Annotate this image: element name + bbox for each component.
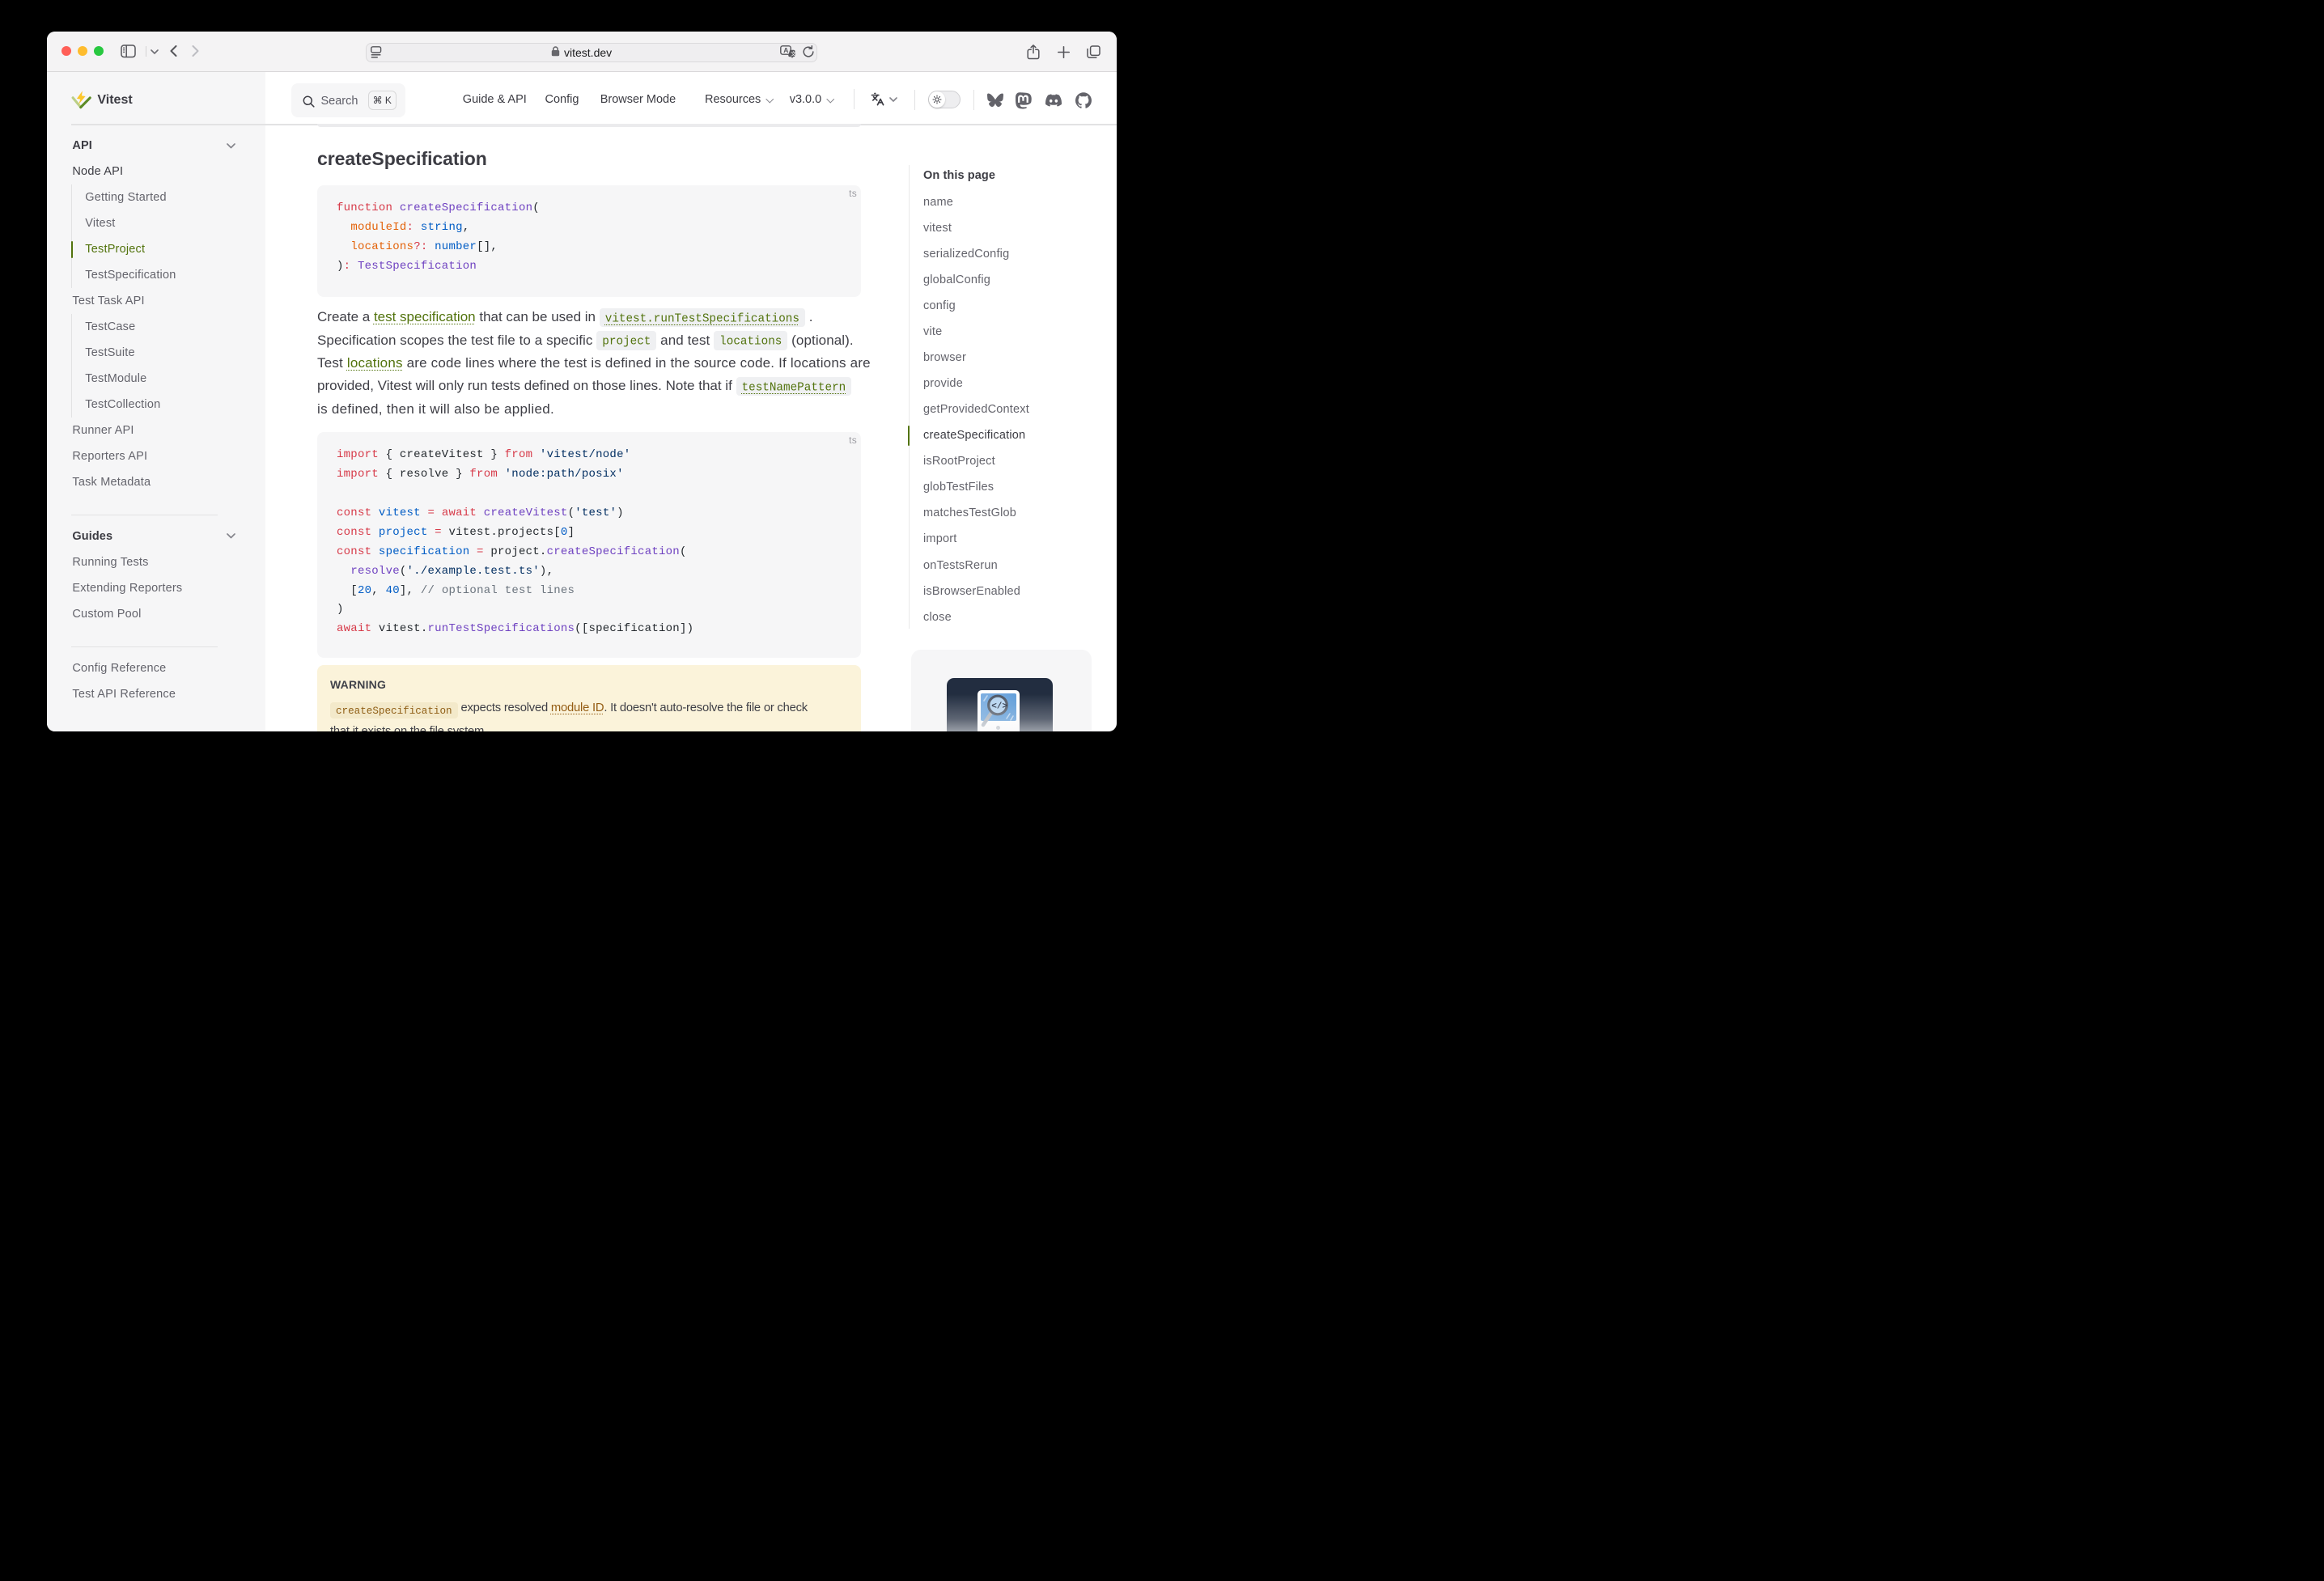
svg-text:文: 文: [791, 50, 795, 57]
svg-text:A: A: [783, 47, 788, 55]
